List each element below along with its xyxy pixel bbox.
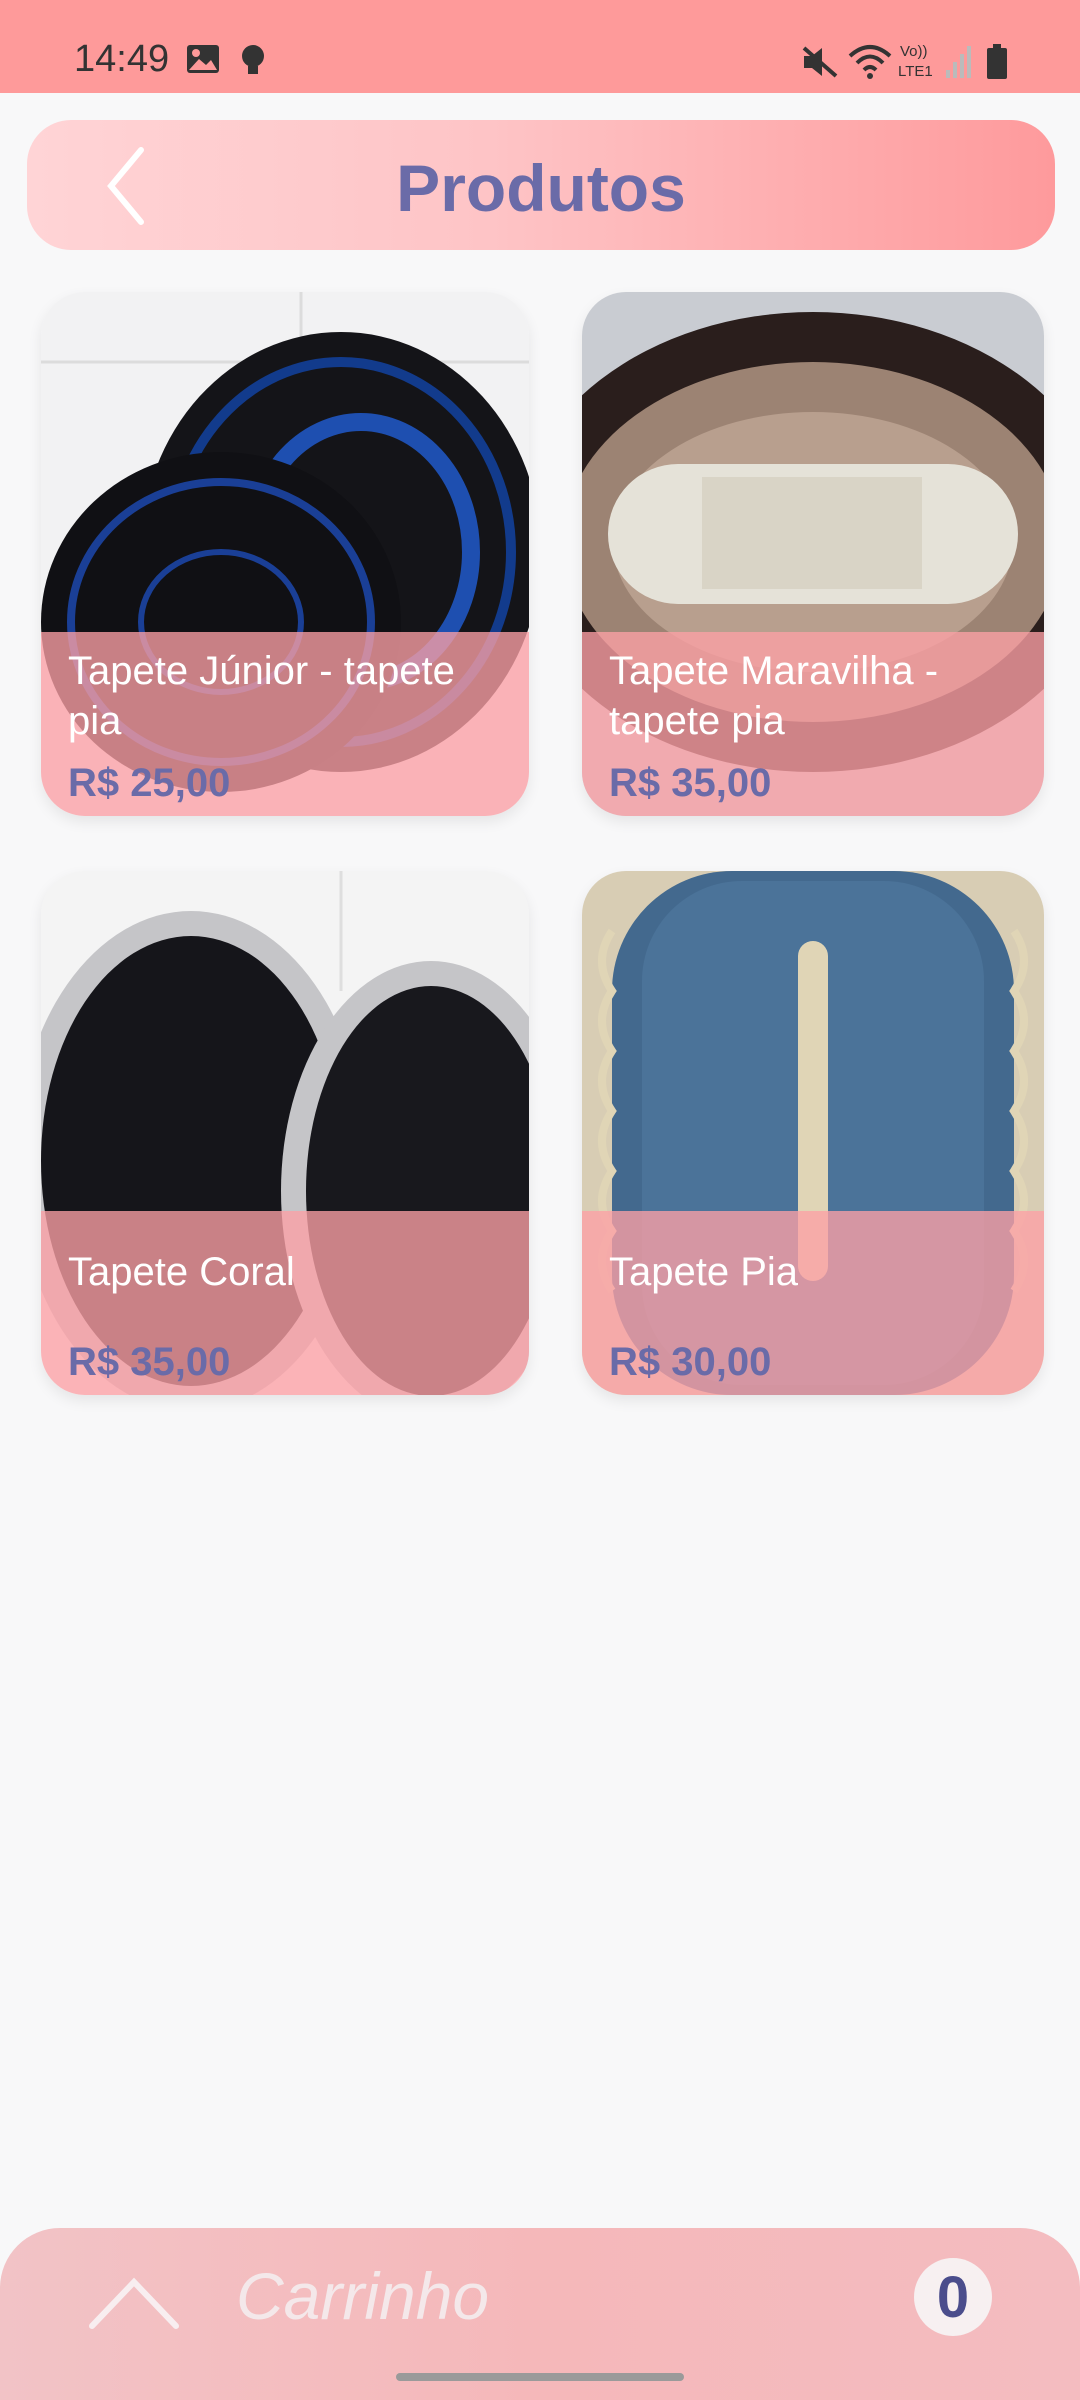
bulb-icon: [242, 45, 264, 74]
signal-icon: [946, 46, 971, 78]
product-name: Tapete Júnior - tapete pia: [68, 649, 455, 743]
product-price: R$ 35,00: [68, 1340, 231, 1384]
product-price: R$ 35,00: [609, 761, 772, 805]
status-time: 14:49: [74, 38, 170, 80]
page-title: Produtos: [396, 151, 686, 225]
battery-icon: [987, 44, 1007, 79]
header-bar: Produtos: [27, 120, 1055, 250]
product-name: Tapete Maravilha - tapete pia: [609, 649, 939, 743]
status-bar: 14:49 Vo)) LTE1: [0, 0, 1080, 93]
product-info: Tapete Júnior - tapete pia R$ 25,00: [41, 632, 529, 816]
product-card[interactable]: Tapete Coral R$ 35,00: [41, 871, 529, 1395]
product-info: Tapete Coral R$ 35,00: [41, 1211, 529, 1395]
svg-text:Vo)): Vo)): [900, 43, 928, 60]
product-info: Tapete Pia R$ 30,00: [582, 1211, 1044, 1395]
product-card[interactable]: Tapete Pia R$ 30,00: [582, 871, 1044, 1395]
product-price: R$ 25,00: [68, 761, 231, 805]
wifi-icon: [848, 45, 892, 79]
product-card[interactable]: Tapete Júnior - tapete pia R$ 25,00: [41, 292, 529, 816]
svg-text:LTE1: LTE1: [898, 63, 933, 80]
volte-icon: Vo)) LTE1: [898, 43, 933, 80]
cart-label[interactable]: Carrinho: [236, 2258, 489, 2334]
home-indicator[interactable]: [396, 2373, 684, 2381]
product-name: Tapete Coral: [68, 1250, 295, 1294]
photo-icon: [187, 45, 219, 73]
cart-count-badge: 0: [914, 2258, 992, 2336]
chevron-up-icon[interactable]: [88, 2272, 180, 2332]
product-price: R$ 30,00: [609, 1340, 772, 1384]
product-info: Tapete Maravilha - tapete pia R$ 35,00: [582, 632, 1044, 816]
mute-icon: [802, 46, 838, 78]
product-card[interactable]: Tapete Maravilha - tapete pia R$ 35,00: [582, 292, 1044, 816]
product-name: Tapete Pia: [609, 1250, 799, 1294]
